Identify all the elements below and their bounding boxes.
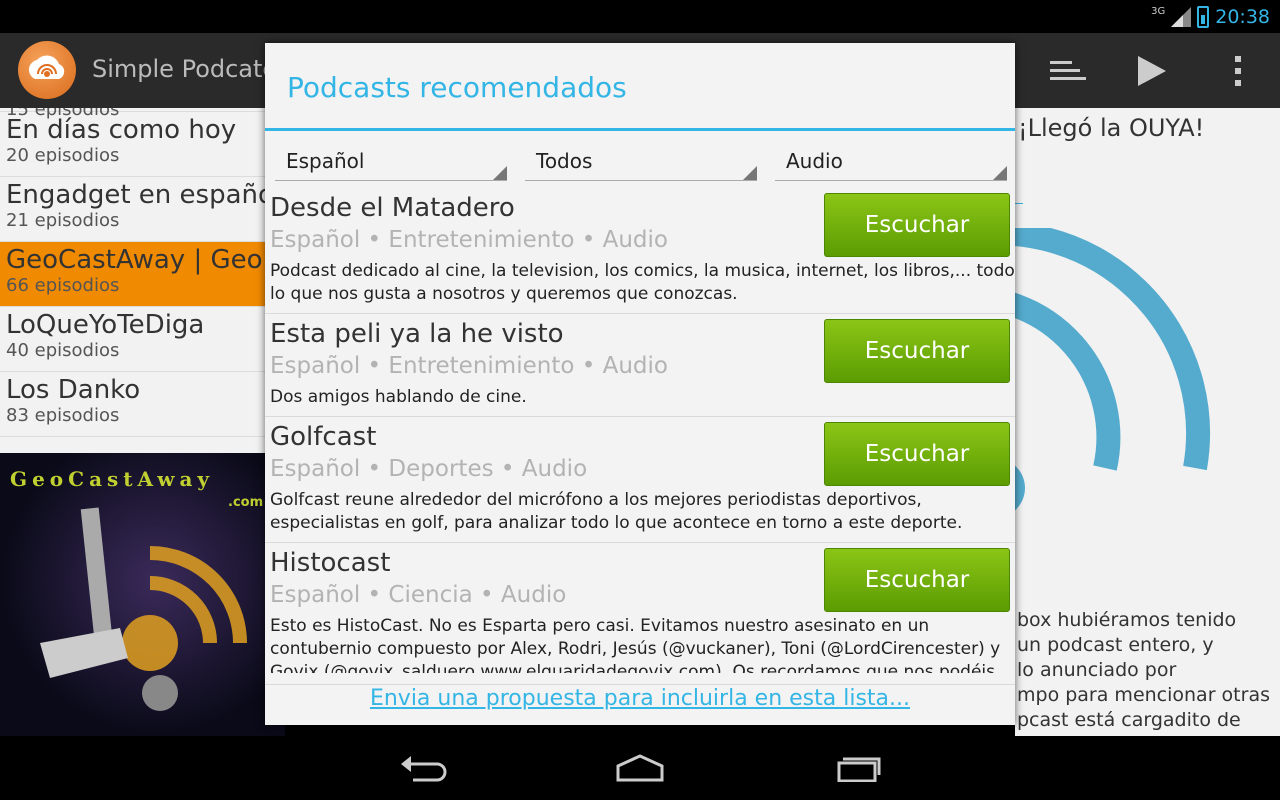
list-item[interactable]: LoQueYoTeDiga 40 episodios [0, 307, 265, 372]
signal-icon [1171, 7, 1192, 27]
results-list[interactable]: Desde el Matadero Español • Entretenimie… [265, 188, 1015, 685]
text-line: pcast está cargadito de [1017, 709, 1241, 731]
podcast-name: Engadget en español [6, 180, 265, 210]
media-type-select[interactable]: Audio [775, 145, 1007, 181]
app-logo-icon[interactable] [18, 41, 76, 99]
list-item[interactable]: Los Danko 83 episodios [0, 372, 265, 437]
list-item: Esta peli ya la he visto Español • Entre… [265, 314, 1015, 417]
overflow-menu-icon[interactable] [1218, 51, 1258, 91]
list-item[interactable]: En días como hoy 20 episodios [0, 112, 265, 177]
podcast-name: En días como hoy [6, 115, 237, 145]
text-line: mpo para mencionar otras [1017, 684, 1270, 706]
listen-button[interactable]: Escuchar [824, 548, 1010, 612]
submit-proposal-link[interactable]: Envia una propuesta para incluirla en es… [370, 686, 910, 711]
recent-apps-icon[interactable] [828, 750, 888, 786]
podcast-cover-image: GeoCastAway .com [0, 453, 285, 736]
list-item: Golfcast Español • Deportes • Audio Golf… [265, 417, 1015, 543]
dialog-title: Podcasts recomendados [287, 71, 627, 104]
podcast-description: Dos amigos hablando de cine. [270, 387, 527, 407]
category-select[interactable]: Todos [525, 145, 757, 181]
language-select[interactable]: Español [275, 145, 507, 181]
list-item[interactable]: Engadget en español 21 episodios [0, 177, 265, 242]
battery-charging-icon [1197, 6, 1210, 28]
list-item-selected[interactable]: GeoCastAway | GeoN 66 episodios [0, 242, 265, 307]
network-type: 3G [1151, 5, 1166, 17]
listen-button[interactable]: Escuchar [824, 193, 1010, 257]
back-icon[interactable] [394, 750, 454, 786]
list-item: Desde el Matadero Español • Entretenimie… [265, 188, 1015, 314]
episode-description: box hubiéramos tenido un podcast entero,… [1017, 608, 1270, 733]
text-line: lo anunciado por [1017, 659, 1177, 681]
dialog-footer: Envia una propuesta para incluirla en es… [265, 686, 1015, 725]
episode-detail: ¡Llegó la OUYA! box hubiéramos tenido un… [1015, 108, 1280, 736]
status-bar: 3G 20:38 [0, 0, 1280, 33]
clock: 20:38 [1215, 6, 1270, 28]
navigation-bar [0, 736, 1280, 800]
podcast-description: Podcast dedicado al cine, la television,… [270, 261, 1015, 304]
list-icon[interactable] [1048, 51, 1088, 91]
home-icon[interactable] [610, 750, 670, 786]
podcast-name: GeoCastAway | GeoN [6, 245, 265, 275]
text-line: un podcast entero, y [1017, 634, 1214, 656]
podcast-description: Esto es HistoCast. No es Esparta pero ca… [270, 616, 1001, 673]
podcast-name: LoQueYoTeDiga [6, 310, 205, 340]
screen: 3G 20:38 Simple Podcatc 15 episodios En … [0, 0, 1280, 800]
episode-count: 20 episodios [6, 145, 120, 166]
podcast-name: Los Danko [6, 375, 141, 405]
episode-title: ¡Llegó la OUYA! [1018, 114, 1205, 142]
listen-button[interactable]: Escuchar [824, 319, 1010, 383]
podcast-logo-icon [1015, 228, 1211, 511]
episode-count: 21 episodios [6, 210, 120, 231]
hammer-icon [40, 507, 247, 711]
podcast-description: Golfcast reune alrededor del micrófono a… [270, 490, 963, 533]
app-title: Simple Podcatc [92, 55, 276, 83]
dialog-divider [265, 128, 1015, 131]
text-line: box hubiéramos tenido [1017, 609, 1237, 631]
episode-count: 66 episodios [6, 275, 120, 296]
recommended-podcasts-dialog: Podcasts recomendados Español Todos Audi… [265, 43, 1015, 725]
play-icon[interactable] [1132, 51, 1172, 91]
episode-count: 83 episodios [6, 405, 120, 426]
episode-count: 40 episodios [6, 340, 120, 361]
list-item: Histocast Español • Ciencia • Audio Esto… [265, 543, 1015, 685]
episode-link[interactable] [1015, 186, 1023, 204]
listen-button[interactable]: Escuchar [824, 422, 1010, 486]
